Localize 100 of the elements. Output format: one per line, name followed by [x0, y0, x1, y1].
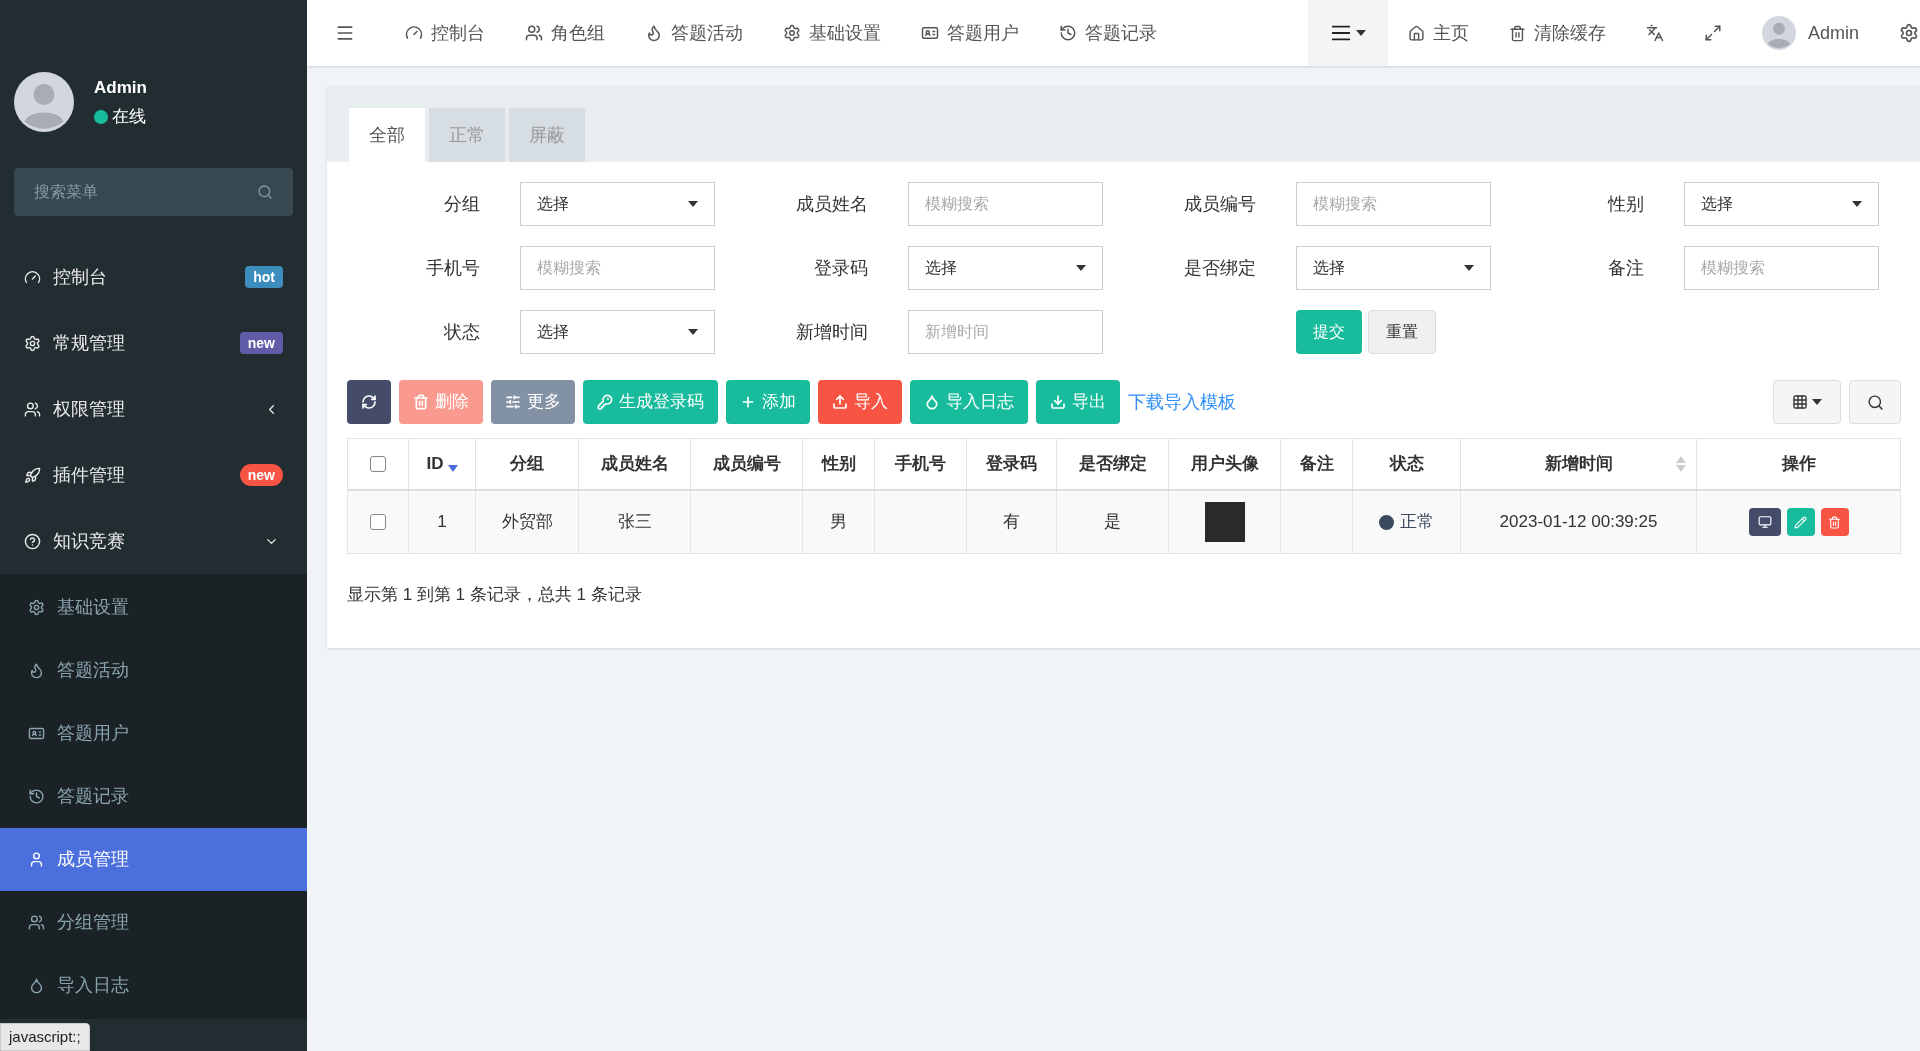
sidebar-label: 权限管理 [53, 397, 126, 421]
history-icon [1059, 24, 1077, 42]
badge: new [239, 332, 283, 354]
search-button[interactable] [1849, 380, 1901, 424]
submenu-item[interactable]: 基础设置 [0, 576, 307, 639]
column-header: 备注 [1299, 453, 1334, 476]
column-header: 是否绑定 [1078, 453, 1147, 476]
gears-icon [24, 334, 41, 352]
sidebar-item[interactable]: 常规管理 new [0, 310, 307, 376]
column-header: 用户头像 [1190, 453, 1259, 476]
user-menu[interactable]: Admin [1741, 16, 1879, 50]
input-field[interactable]: 新增时间 [908, 310, 1103, 354]
delete-button[interactable] [1820, 508, 1849, 536]
filter-label: 状态 [443, 320, 481, 344]
trash-icon [1508, 24, 1526, 42]
nav-link[interactable]: 角色组 [505, 19, 625, 47]
photo-placeholder [1204, 502, 1245, 542]
sidebar-item[interactable]: 控制台 hot [0, 244, 307, 310]
nav-link[interactable]: 控制台 [385, 19, 505, 47]
badge: new [239, 464, 283, 486]
user-avatar [14, 72, 74, 132]
column-header: 手机号 [895, 453, 946, 476]
sidebar-label: 插件管理 [53, 463, 126, 487]
plus-icon [740, 394, 756, 410]
home-link[interactable]: 主页 [1387, 19, 1489, 47]
nav-link[interactable]: 基础设置 [763, 19, 901, 47]
translate-icon[interactable] [1645, 24, 1664, 42]
select-field[interactable]: 选择 [908, 246, 1103, 290]
badge: hot [245, 266, 283, 288]
home-icon [1407, 24, 1425, 42]
clear-cache-link[interactable]: 清除缓存 [1488, 19, 1626, 47]
submenu-item[interactable]: 分组管理 [0, 891, 307, 954]
nav-link[interactable]: 答题用户 [901, 19, 1039, 47]
sort-desc-icon[interactable] [447, 464, 458, 472]
dashboard-icon [405, 24, 423, 42]
input-field[interactable]: 模糊搜索 [1684, 246, 1879, 290]
input-field[interactable]: 模糊搜索 [908, 182, 1103, 226]
sidebar-item[interactable]: 权限管理 [0, 376, 307, 442]
select-field[interactable]: 选择 [1296, 246, 1491, 290]
sidebar-item[interactable]: 知识竞赛 [0, 508, 307, 574]
menu-search-field[interactable]: 搜索菜单 [14, 168, 293, 216]
droplet-icon [28, 977, 45, 994]
menu-search-input[interactable]: 搜索菜单 [34, 180, 257, 204]
fullscreen-icon[interactable] [1703, 24, 1722, 42]
status-text: 正常 [1400, 511, 1434, 534]
table-cell-text: 外贸部 [501, 511, 553, 534]
rocket-icon [24, 466, 41, 484]
submenu-item[interactable]: 成员管理 [0, 828, 307, 891]
column-header: 操作 [1781, 453, 1816, 476]
table-cell-text: 张三 [617, 511, 652, 534]
sidebar-item[interactable]: 插件管理 new [0, 442, 307, 508]
detail-button[interactable] [1748, 508, 1781, 536]
user-name: Admin [94, 76, 147, 99]
checkbox[interactable] [370, 456, 386, 472]
table-cell-text: 男 [830, 511, 847, 534]
sidebar-label: 常规管理 [53, 331, 126, 355]
caret-icon [688, 201, 698, 207]
reset-button[interactable]: 重置 [1368, 310, 1436, 354]
menu-icon[interactable] [335, 23, 355, 43]
submenu-item[interactable]: 答题活动 [0, 639, 307, 702]
pagination-info: 显示第 1 到第 1 条记录，总共 1 条记录 [347, 584, 643, 606]
column-header: 登录码 [986, 453, 1037, 476]
input-field[interactable]: 模糊搜索 [1296, 182, 1491, 226]
status-tooltip: javascript:; [0, 1022, 90, 1051]
users-icon [525, 24, 543, 42]
input-field[interactable]: 模糊搜索 [520, 246, 715, 290]
settings-icon[interactable] [1899, 23, 1919, 43]
refresh-button[interactable] [347, 380, 391, 424]
submenu-label: 成员管理 [57, 848, 129, 871]
checkbox[interactable] [370, 514, 386, 530]
tab[interactable]: 全部 [349, 108, 425, 162]
monitor-icon [1757, 515, 1772, 529]
refresh-icon [361, 394, 377, 410]
filter-label: 分组 [443, 192, 481, 216]
question-icon [24, 532, 41, 550]
pencil-icon [1794, 515, 1807, 529]
nav-link[interactable]: 答题记录 [1039, 19, 1177, 47]
table-cell-text: 1 [437, 511, 447, 534]
select-field[interactable]: 选择 [520, 310, 715, 354]
select-field[interactable]: 选择 [1684, 182, 1879, 226]
nav-link[interactable]: 答题活动 [625, 19, 763, 47]
submenu-item[interactable]: 答题记录 [0, 765, 307, 828]
history-icon [28, 788, 45, 805]
column-header: 新增时间 [1544, 453, 1613, 476]
submenu-label: 导入日志 [57, 974, 129, 997]
select-field[interactable]: 选择 [520, 182, 715, 226]
submenu-label: 答题用户 [57, 722, 129, 745]
submenu-item[interactable]: 导入日志 [0, 954, 307, 1017]
caret-icon [1464, 265, 1474, 271]
columns-button[interactable] [1773, 380, 1841, 424]
menu-toggle-button[interactable] [1307, 0, 1388, 66]
submenu-item[interactable]: 答题用户 [0, 702, 307, 765]
submenu-label: 分组管理 [57, 911, 129, 934]
column-header: 成员姓名 [600, 453, 669, 476]
upload-icon [832, 394, 848, 410]
filter-label: 新增时间 [795, 320, 869, 344]
flame-icon [28, 662, 45, 679]
column-header: 性别 [821, 453, 856, 476]
avatar-icon [1761, 16, 1796, 50]
users-icon [28, 914, 45, 931]
